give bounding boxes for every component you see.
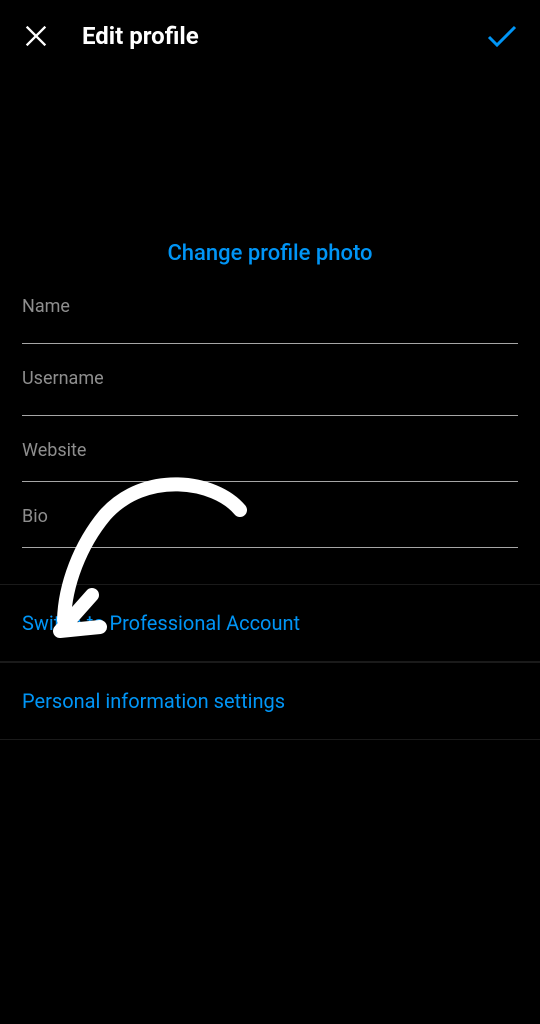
profile-photo-area: Change profile photo: [0, 72, 540, 272]
confirm-icon[interactable]: [486, 20, 518, 52]
form-fields: Name Username Website Bio: [0, 272, 540, 548]
name-field[interactable]: Name: [22, 272, 518, 344]
website-field[interactable]: Website: [22, 416, 518, 482]
header-left: Edit profile: [22, 22, 199, 50]
switch-professional-link[interactable]: Switch to Professional Account: [0, 584, 540, 662]
personal-info-link[interactable]: Personal information settings: [0, 662, 540, 740]
website-label: Website: [22, 440, 518, 461]
bio-field[interactable]: Bio: [22, 482, 518, 548]
header: Edit profile: [0, 0, 540, 72]
username-field[interactable]: Username: [22, 344, 518, 416]
settings-links: Switch to Professional Account Personal …: [0, 584, 540, 740]
bio-label: Bio: [22, 506, 518, 527]
name-label: Name: [22, 296, 518, 317]
page-title: Edit profile: [82, 22, 199, 50]
personal-info-label: Personal information settings: [22, 689, 518, 713]
change-photo-link[interactable]: Change profile photo: [167, 241, 372, 272]
username-label: Username: [22, 368, 518, 389]
switch-professional-label: Switch to Professional Account: [22, 611, 518, 635]
close-icon[interactable]: [22, 22, 50, 50]
